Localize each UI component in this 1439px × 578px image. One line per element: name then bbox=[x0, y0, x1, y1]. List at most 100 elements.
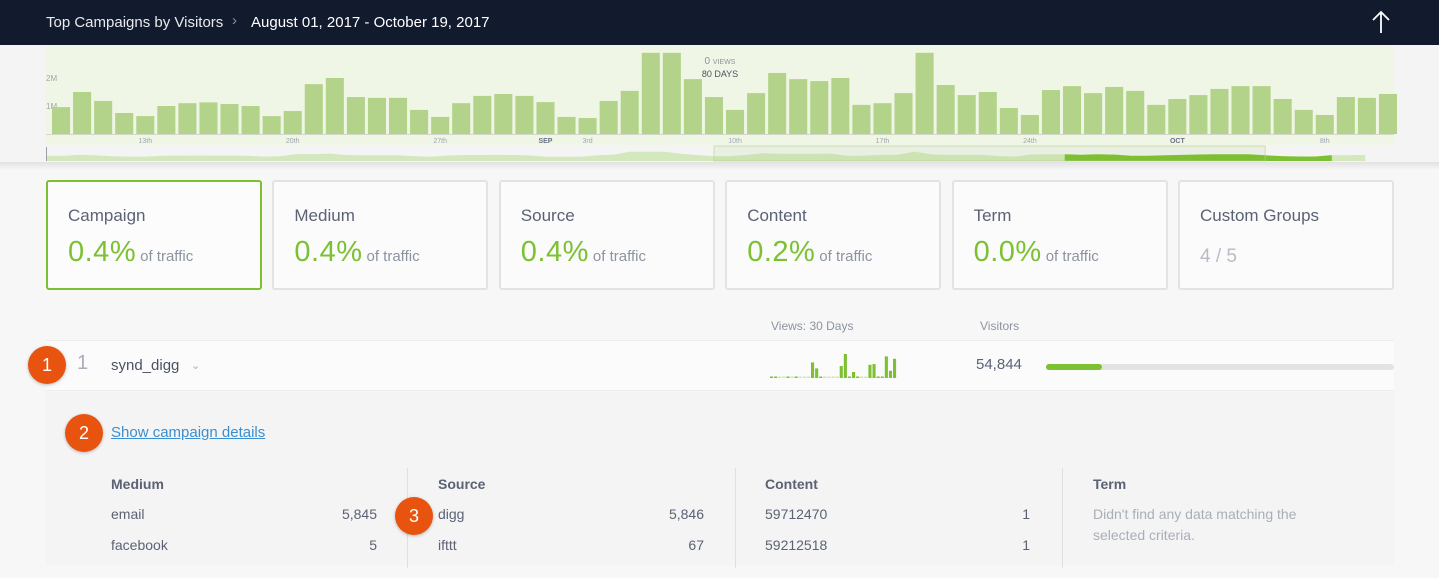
arrow-up-icon[interactable] bbox=[1370, 9, 1392, 35]
chart-bar[interactable] bbox=[136, 116, 155, 134]
chart-bar[interactable] bbox=[1084, 93, 1103, 134]
chart-bar[interactable] bbox=[999, 107, 1018, 134]
column-header-visitors[interactable]: Visitors bbox=[980, 319, 1019, 333]
sparkline-bar bbox=[770, 376, 774, 378]
chart-bar[interactable] bbox=[389, 97, 408, 134]
chart-bar[interactable] bbox=[1105, 86, 1124, 134]
card-percent: 0.4% bbox=[68, 236, 137, 268]
chart-bar[interactable] bbox=[683, 79, 702, 134]
chart-bar[interactable] bbox=[726, 109, 745, 134]
date-range[interactable]: August 01, 2017 - October 19, 2017 bbox=[251, 14, 490, 31]
chart-bar[interactable] bbox=[452, 103, 471, 134]
detail-key[interactable]: email bbox=[111, 506, 144, 522]
report-title[interactable]: Top Campaigns by Visitors bbox=[46, 14, 223, 31]
card-content[interactable]: Content 0.2% of traffic bbox=[725, 180, 942, 290]
chart-bar[interactable] bbox=[494, 93, 513, 134]
card-label: Custom Groups bbox=[1200, 206, 1320, 225]
chart-bar[interactable] bbox=[410, 109, 429, 134]
chart-bar[interactable] bbox=[1126, 90, 1145, 134]
card-source[interactable]: Source 0.4% of traffic bbox=[498, 180, 715, 290]
chart-bar[interactable] bbox=[557, 116, 576, 134]
chart-bar[interactable] bbox=[852, 104, 871, 134]
chart-bar[interactable] bbox=[283, 111, 302, 134]
hover-days-label: 80 DAYS bbox=[702, 69, 738, 79]
chart-bar[interactable] bbox=[1252, 86, 1271, 134]
detail-key[interactable]: digg bbox=[438, 506, 464, 522]
chart-bar[interactable] bbox=[1357, 97, 1376, 134]
card-value: 0.4% of traffic bbox=[68, 236, 193, 269]
chevron-down-icon[interactable]: ⌄ bbox=[191, 359, 200, 372]
detail-key[interactable]: 59212518 bbox=[765, 537, 827, 553]
chart-bar[interactable] bbox=[873, 103, 892, 134]
views-bar-chart[interactable]: 1M2M13th 20th 27th SEP 3rd 10th 17th 24th OCT 8th… bbox=[0, 45, 1439, 165]
y-tick-label: 2M bbox=[46, 74, 57, 83]
chart-bar[interactable] bbox=[810, 81, 829, 134]
chart-bar[interactable] bbox=[1168, 99, 1187, 134]
chart-bar[interactable] bbox=[1041, 90, 1060, 134]
chart-bar[interactable] bbox=[1063, 86, 1082, 134]
chart-bar[interactable] bbox=[1273, 99, 1292, 134]
chart-bar[interactable] bbox=[94, 100, 113, 134]
overview-selection-window[interactable] bbox=[713, 145, 1266, 162]
chart-bar[interactable] bbox=[831, 78, 850, 134]
chart-bar[interactable] bbox=[747, 93, 766, 134]
chart-bar[interactable] bbox=[115, 113, 134, 134]
chart-bar[interactable] bbox=[768, 72, 787, 134]
chart-bar[interactable] bbox=[367, 97, 386, 134]
chart-bar[interactable] bbox=[662, 52, 681, 134]
chart-bar[interactable] bbox=[1378, 93, 1397, 134]
chart-bar[interactable] bbox=[515, 95, 534, 134]
chart-bar[interactable] bbox=[346, 97, 365, 134]
chart-bar[interactable] bbox=[704, 97, 723, 134]
chart-bar[interactable] bbox=[599, 100, 618, 134]
card-count: 4 / 5 bbox=[1200, 246, 1237, 267]
chart-bar[interactable] bbox=[178, 103, 197, 134]
chart-bar[interactable] bbox=[1147, 104, 1166, 134]
campaign-row[interactable]: 1 synd_digg ⌄ 54,844 bbox=[46, 340, 1394, 391]
chart-bar[interactable] bbox=[978, 92, 997, 134]
campaign-name[interactable]: synd_digg bbox=[111, 357, 179, 374]
detail-key[interactable]: facebook bbox=[111, 537, 168, 553]
detail-key[interactable]: ifttt bbox=[438, 537, 457, 553]
visitors-progress-bar bbox=[1046, 364, 1394, 370]
chart-bar[interactable] bbox=[304, 84, 323, 134]
sparkline-bar bbox=[827, 376, 831, 378]
chart-bar[interactable] bbox=[578, 118, 597, 134]
card-term[interactable]: Term 0.0% of traffic bbox=[951, 180, 1168, 290]
chart-bar[interactable] bbox=[73, 92, 92, 134]
card-custom-groups[interactable]: Custom Groups 4 / 5 bbox=[1178, 180, 1394, 290]
chart-bar[interactable] bbox=[431, 116, 450, 134]
detail-key[interactable]: 59712470 bbox=[765, 506, 827, 522]
sparkline-bar bbox=[884, 356, 888, 378]
chart-bar[interactable] bbox=[894, 93, 913, 134]
chart-bar[interactable] bbox=[915, 52, 934, 134]
column-header: Content bbox=[765, 476, 818, 492]
chart-bar[interactable] bbox=[1315, 114, 1334, 134]
chart-bar[interactable] bbox=[641, 52, 660, 134]
chart-bar[interactable] bbox=[52, 107, 71, 134]
chart-bar[interactable] bbox=[536, 102, 555, 134]
chart-bar[interactable] bbox=[936, 85, 955, 134]
chart-bar[interactable] bbox=[325, 78, 344, 134]
chart-bar[interactable] bbox=[957, 95, 976, 134]
chart-bar[interactable] bbox=[1231, 86, 1250, 134]
chart-bar[interactable] bbox=[262, 116, 281, 134]
chart-bar[interactable] bbox=[473, 95, 492, 134]
chart-bar[interactable] bbox=[199, 102, 218, 134]
card-medium[interactable]: Medium 0.4% of traffic bbox=[272, 180, 489, 290]
chart-bar[interactable] bbox=[1294, 109, 1313, 134]
chart-bar[interactable] bbox=[220, 104, 239, 134]
sparkline-bar bbox=[839, 366, 843, 378]
chart-bar[interactable] bbox=[1210, 88, 1229, 134]
details-column-content: Content 59712470 1 59212518 1 bbox=[735, 468, 1062, 578]
chart-bar[interactable] bbox=[157, 106, 176, 134]
chart-bar[interactable] bbox=[241, 106, 260, 134]
chart-bar[interactable] bbox=[620, 90, 639, 134]
chart-bar[interactable] bbox=[1336, 97, 1355, 134]
chart-bar[interactable] bbox=[1189, 95, 1208, 134]
chart-bar[interactable] bbox=[1020, 114, 1039, 134]
show-campaign-details-link[interactable]: Show campaign details bbox=[111, 424, 265, 441]
chart-bar[interactable] bbox=[789, 79, 808, 134]
card-campaign[interactable]: Campaign 0.4% of traffic bbox=[46, 180, 262, 290]
sparkline-bar bbox=[852, 372, 856, 378]
